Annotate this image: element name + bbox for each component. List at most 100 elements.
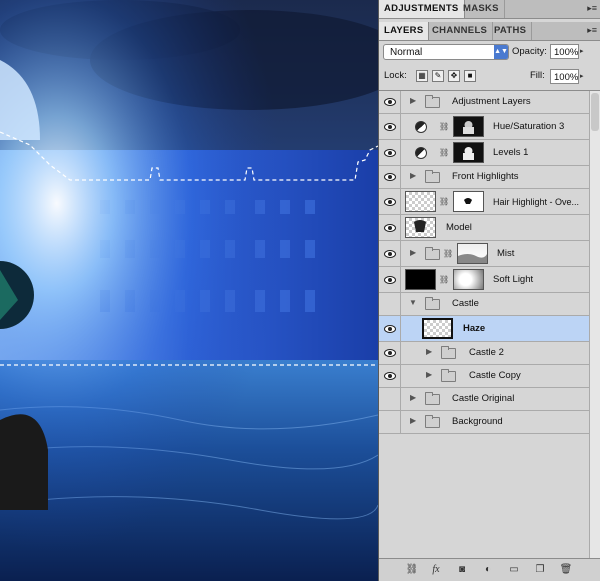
mask-thumbnail[interactable]	[453, 191, 484, 212]
visibility-eye-icon[interactable]	[379, 91, 401, 113]
layer-name: Hue/Saturation 3	[493, 120, 565, 132]
layer-row[interactable]: ⛓ Hair Highlight - Ove...	[379, 189, 589, 215]
panel-menu-icon-2[interactable]: ▸≡	[587, 25, 597, 36]
layer-row[interactable]: ▼ Castle	[379, 293, 589, 316]
folder-icon	[425, 170, 440, 183]
select-arrow-icon: ▲▼	[494, 45, 508, 59]
expand-triangle-icon[interactable]: ▶	[410, 96, 416, 105]
visibility-eye-empty[interactable]	[379, 388, 401, 410]
layer-row[interactable]: ▶ Castle Copy	[379, 365, 589, 388]
layer-name: Levels 1	[493, 146, 529, 158]
opacity-value: 100%	[554, 47, 579, 58]
layer-thumbnail[interactable]	[405, 217, 436, 238]
document-canvas[interactable]	[0, 0, 378, 581]
visibility-eye-icon[interactable]	[379, 342, 401, 364]
layer-row-selected[interactable]: Haze	[379, 316, 589, 342]
scrollbar-thumb[interactable]	[591, 93, 599, 131]
mask-thumbnail[interactable]	[453, 116, 484, 137]
fill-field[interactable]: 100%	[550, 69, 579, 84]
visibility-eye-empty[interactable]	[379, 411, 401, 433]
folder-icon	[425, 297, 440, 310]
add-mask-icon[interactable]: ◙	[455, 563, 469, 576]
layers-panel: ADJUSTMENTS MASKS ▸≡ LAYERS CHANNELS PAT…	[378, 0, 600, 581]
mask-thumbnail[interactable]	[453, 269, 484, 290]
visibility-eye-icon[interactable]	[379, 241, 401, 266]
new-adjustment-layer-icon[interactable]: ◐	[481, 563, 495, 576]
tab-paths[interactable]: PATHS	[489, 22, 533, 40]
fill-slider-arrow-icon[interactable]: ▸	[580, 69, 588, 84]
layer-name: Castle Copy	[469, 370, 521, 381]
visibility-eye-icon[interactable]	[379, 114, 401, 139]
mask-thumbnail[interactable]	[457, 243, 488, 264]
layer-row[interactable]: ▶ Adjustment Layers	[379, 91, 589, 114]
layer-name: Haze	[463, 322, 486, 334]
layer-row[interactable]: Model	[379, 215, 589, 241]
opacity-slider-arrow-icon[interactable]: ▸	[580, 44, 588, 59]
tab-adjustments[interactable]: ADJUSTMENTS	[379, 0, 465, 18]
folder-icon	[441, 369, 456, 382]
layers-bottom-toolbar: ⛓ fx ◙ ◐ ▭ ❐ 🗑	[379, 558, 600, 581]
layer-name: Castle Original	[452, 393, 515, 404]
layers-scrollbar[interactable]	[589, 91, 600, 560]
lock-transparency-icon[interactable]: ▦	[416, 70, 428, 82]
visibility-eye-empty[interactable]	[379, 293, 401, 315]
lock-position-icon[interactable]: ✥	[448, 70, 460, 82]
layer-row[interactable]: ▶ Background	[379, 411, 589, 434]
blend-mode-select[interactable]: Normal ▲▼	[383, 44, 509, 60]
new-group-icon[interactable]: ▭	[507, 563, 521, 576]
visibility-eye-icon[interactable]	[379, 365, 401, 387]
layer-style-fx-icon[interactable]: fx	[429, 563, 443, 576]
adjustment-layer-icon	[415, 120, 427, 133]
visibility-eye-icon[interactable]	[379, 189, 401, 214]
fill-label: Fill:	[530, 70, 545, 81]
adjustment-layer-icon	[415, 146, 427, 159]
expand-triangle-icon[interactable]: ▶	[410, 416, 416, 425]
visibility-eye-icon[interactable]	[379, 316, 401, 341]
lock-all-icon[interactable]: ■	[464, 70, 476, 82]
layer-thumbnail[interactable]	[405, 191, 436, 212]
folder-icon	[425, 415, 440, 428]
layer-row[interactable]: ▶ ⛓ Mist	[379, 241, 589, 267]
expand-triangle-icon[interactable]: ▶	[426, 370, 432, 379]
link-chain-icon: ⛓	[443, 248, 454, 258]
layer-row[interactable]: ⛓ Levels 1	[379, 140, 589, 166]
visibility-eye-icon[interactable]	[379, 166, 401, 188]
opacity-field[interactable]: 100%	[550, 44, 579, 59]
folder-icon	[425, 246, 440, 260]
layer-row[interactable]: ▶ Castle 2	[379, 342, 589, 365]
new-layer-icon[interactable]: ❐	[533, 563, 547, 576]
tab-masks[interactable]: MASKS	[458, 0, 505, 18]
visibility-eye-icon[interactable]	[379, 215, 401, 240]
tab-layers[interactable]: LAYERS	[379, 22, 430, 40]
expand-triangle-icon[interactable]: ▶	[410, 393, 416, 402]
layer-name: Model	[446, 221, 472, 233]
visibility-eye-icon[interactable]	[379, 140, 401, 165]
artwork-image	[0, 0, 378, 581]
delete-layer-icon[interactable]: 🗑	[559, 563, 573, 576]
layer-name: Castle 2	[469, 347, 504, 358]
link-chain-icon: ⛓	[439, 274, 450, 284]
layer-row[interactable]: ▶ Front Highlights	[379, 166, 589, 189]
mask-thumbnail[interactable]	[453, 142, 484, 163]
collapse-triangle-icon[interactable]: ▼	[409, 298, 417, 307]
lock-pixels-icon[interactable]: ✎	[432, 70, 444, 82]
layer-row[interactable]: ⛓ Hue/Saturation 3	[379, 114, 589, 140]
fill-value: 100%	[554, 72, 579, 83]
layer-thumbnail[interactable]	[422, 318, 453, 339]
expand-triangle-icon[interactable]: ▶	[426, 347, 432, 356]
layer-row[interactable]: ⛓ Soft Light	[379, 267, 589, 293]
panel-menu-icon[interactable]: ▸≡	[587, 3, 597, 14]
layer-row[interactable]: ▶ Castle Original	[379, 388, 589, 411]
visibility-eye-icon[interactable]	[379, 267, 401, 292]
link-layers-icon[interactable]: ⛓	[405, 563, 419, 576]
expand-triangle-icon[interactable]: ▶	[410, 171, 416, 180]
expand-triangle-icon[interactable]: ▶	[410, 248, 416, 257]
blend-opacity-row: Normal ▲▼ Opacity: 100% ▸	[379, 40, 600, 64]
link-chain-icon: ⛓	[439, 147, 450, 157]
panel-tabbar-top: ADJUSTMENTS MASKS ▸≡	[379, 0, 600, 19]
folder-icon	[425, 392, 440, 405]
layer-thumbnail[interactable]	[405, 269, 436, 290]
layer-name: Background	[452, 416, 503, 427]
tab-channels[interactable]: CHANNELS	[427, 22, 494, 40]
folder-icon	[441, 346, 456, 359]
